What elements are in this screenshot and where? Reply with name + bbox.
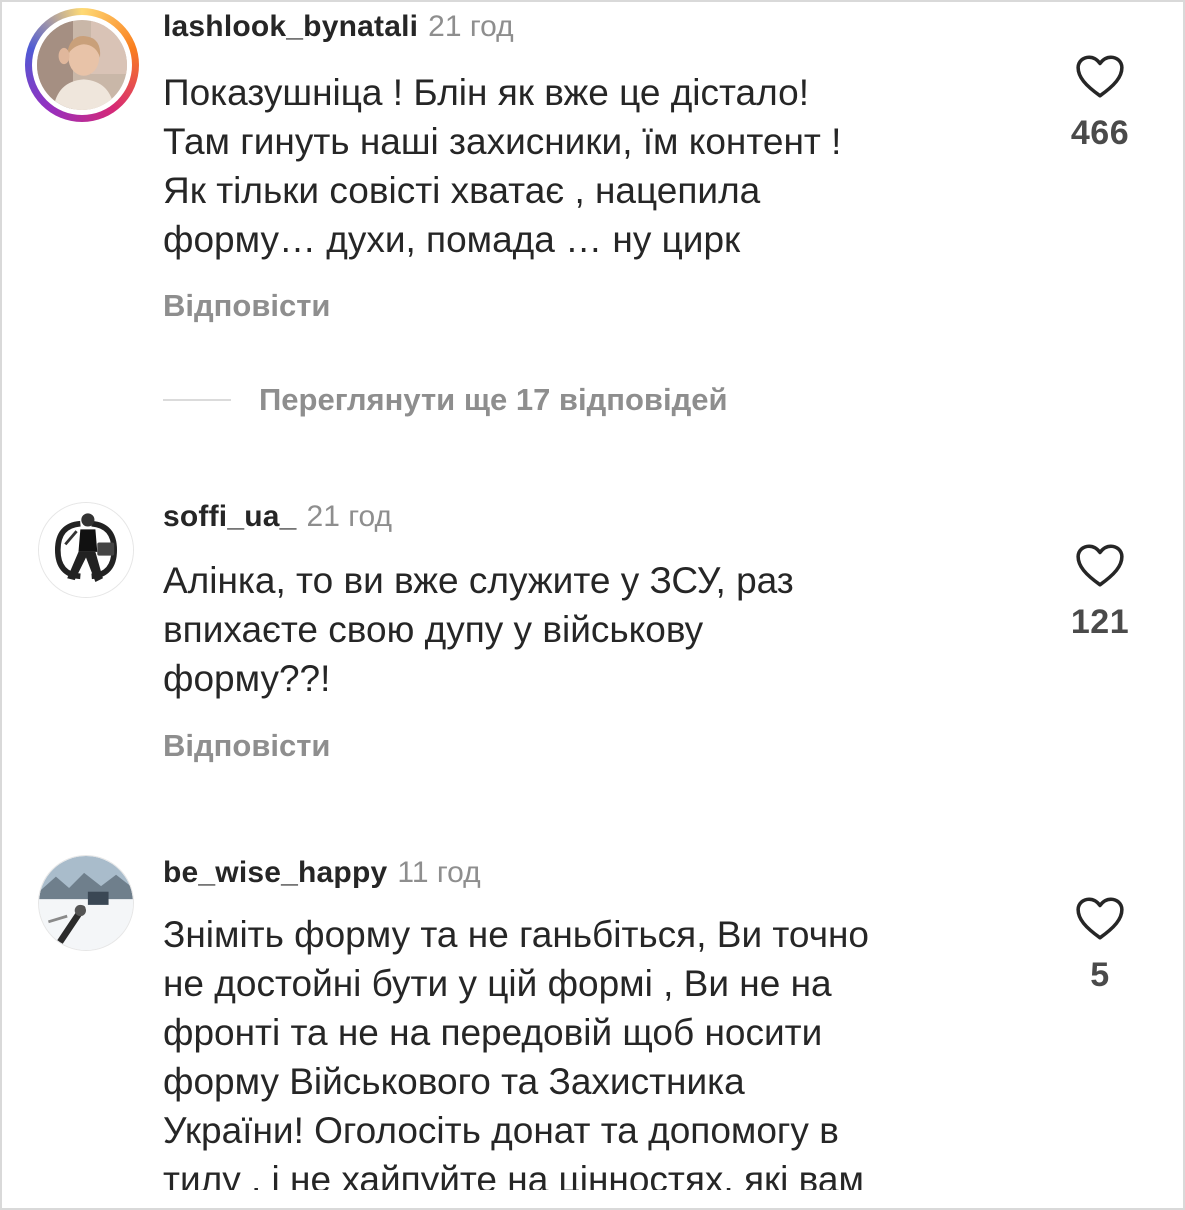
comment-time: 11 год xyxy=(397,856,481,889)
replies-divider xyxy=(163,399,231,401)
username[interactable]: be_wise_happy xyxy=(163,856,387,889)
profile-photo xyxy=(37,20,127,110)
like-count: 121 xyxy=(1070,603,1130,641)
reply-button[interactable]: Відповісти xyxy=(163,288,331,324)
comment-text: Показушніца ! Блін як вже це дістало! Та… xyxy=(163,72,842,260)
like-block: 121 xyxy=(1040,543,1160,642)
heart-outline-icon[interactable] xyxy=(1075,896,1125,942)
view-replies-label: Переглянути ще 17 відповідей xyxy=(259,382,728,417)
like-count: 466 xyxy=(1070,114,1130,152)
profile-photo xyxy=(39,856,133,950)
comment-text: Алінка, то ви вже служите у ЗСУ, раз впи… xyxy=(163,560,794,699)
username[interactable]: lashlook_bynatali xyxy=(163,10,418,43)
like-count: 5 xyxy=(1090,956,1110,994)
heart-outline-icon[interactable] xyxy=(1075,543,1125,589)
comment-time: 21 год xyxy=(428,10,514,43)
reply-button[interactable]: Відповісти xyxy=(163,728,331,764)
comment-header: lashlook_bynatali 21 год xyxy=(163,10,514,44)
comment-header: be_wise_happy 11 год xyxy=(163,856,481,890)
like-block: 466 xyxy=(1040,54,1160,153)
profile-photo xyxy=(39,503,133,597)
like-block: 5 xyxy=(1040,896,1160,995)
bottom-edge xyxy=(0,1190,1185,1210)
username[interactable]: soffi_ua_ xyxy=(163,500,297,533)
avatar[interactable] xyxy=(25,8,139,122)
comment-text: Зніміть форму та не ганьбіться, Ви точно… xyxy=(163,914,869,1200)
view-replies-button[interactable]: Переглянути ще 17 відповідей xyxy=(163,378,728,422)
avatar[interactable] xyxy=(38,502,134,598)
comment-header: soffi_ua_ 21 год xyxy=(163,500,392,534)
heart-outline-icon[interactable] xyxy=(1075,54,1125,100)
comment-time: 21 год xyxy=(306,500,393,533)
avatar[interactable] xyxy=(38,855,134,951)
